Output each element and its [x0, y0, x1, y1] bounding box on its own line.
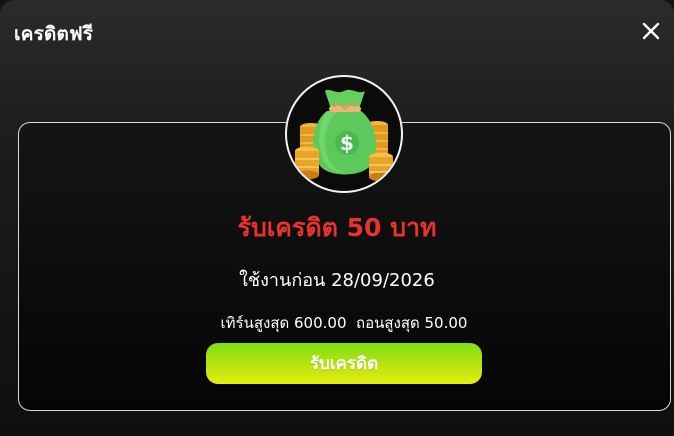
- claim-credit-button[interactable]: รับเครดิต: [206, 343, 482, 384]
- close-button[interactable]: [640, 20, 662, 42]
- credit-amount-title: รับเครดิต 50 บาท: [237, 213, 437, 242]
- turnover-withdraw-limits: เทิร์นสูงสุด 600.00 ถอนสูงสุด 50.00: [220, 314, 468, 332]
- expiry-date: ใช้งานก่อน 28/09/2026: [239, 270, 435, 291]
- modal-title: เครดิตฟรี: [14, 23, 94, 45]
- money-bag-icon-circle: $: [285, 75, 403, 193]
- close-icon: [642, 22, 660, 40]
- claim-credit-label: รับเครดิต: [309, 354, 379, 374]
- money-bag-icon: $: [295, 89, 393, 182]
- free-credit-modal: เครดิตฟรี $ รับเครดิต 50 บาท ใช้งานก่อน …: [0, 0, 674, 436]
- svg-text:$: $: [340, 131, 354, 155]
